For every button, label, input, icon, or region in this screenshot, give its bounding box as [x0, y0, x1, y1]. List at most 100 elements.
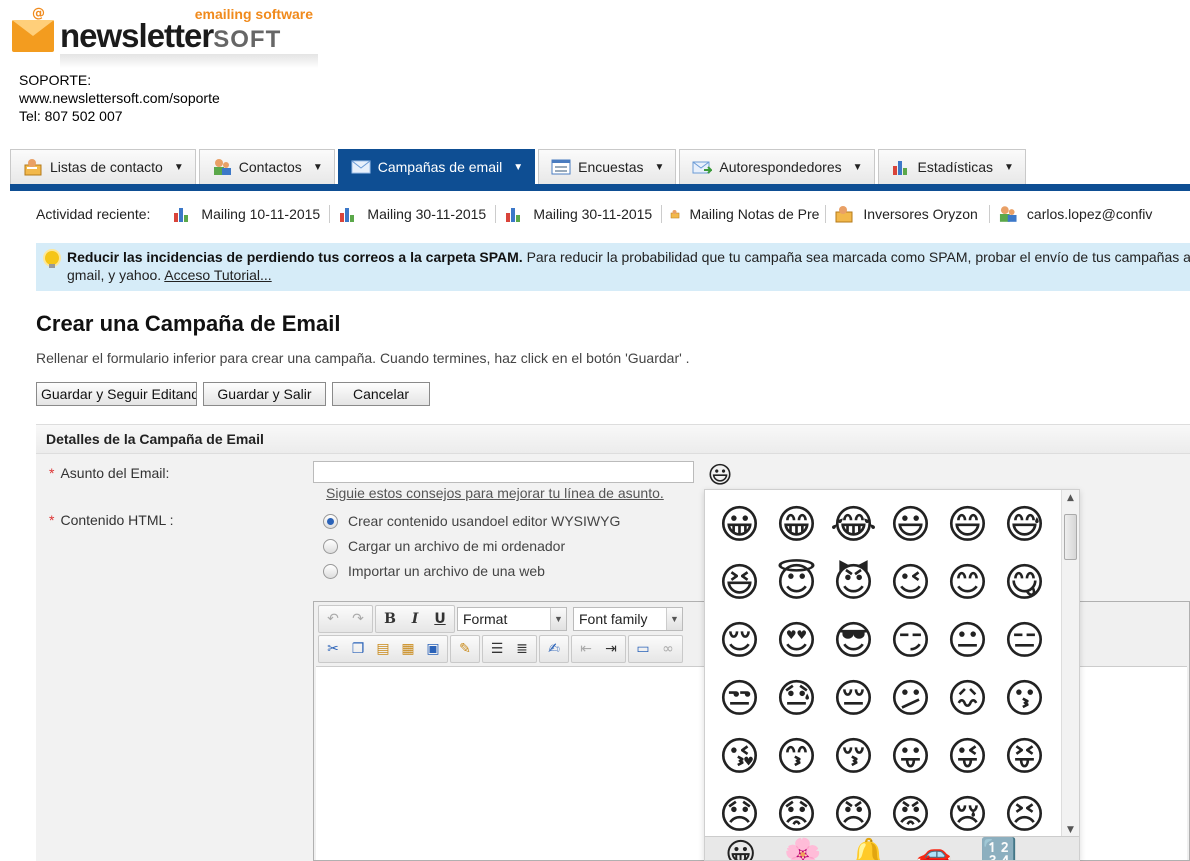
bold-icon[interactable]: B: [378, 608, 402, 630]
link-icon[interactable]: ∞: [656, 638, 680, 660]
tab-label: Contactos: [238, 159, 302, 175]
save-exit-button[interactable]: Guardar y Salir: [203, 382, 326, 406]
subject-tips-link[interactable]: Siguie estos consejos para mejorar tu lí…: [326, 485, 664, 501]
recent-item-label: Mailing 30-11-2015: [533, 206, 653, 222]
cut-icon[interactable]: ✂: [321, 638, 345, 660]
tab-estadisticas[interactable]: Estadísticas ▼: [877, 149, 1026, 184]
emoji-item[interactable]: 😇: [768, 554, 825, 612]
caret-down-icon: ▼: [654, 161, 665, 173]
emoji-item[interactable]: 😜: [939, 728, 996, 786]
emoji-item[interactable]: 😒: [711, 670, 768, 728]
undo-icon[interactable]: ↶: [321, 608, 345, 630]
tab-label: Autorespondedores: [719, 159, 842, 175]
edit-source-icon[interactable]: ✍: [542, 638, 566, 660]
tab-listas-de-contacto[interactable]: Listas de contacto ▼: [10, 149, 196, 184]
editor-toolbar-row-2: ✂ ❐ ▤ ▦ ▣ ✎ ☰ ≣ ✍ ⇤ ⇥ ▭ ∞: [318, 635, 683, 663]
radio-wysiwyg[interactable]: Crear contenido usandoel editor WYSIWYG: [323, 513, 620, 529]
clear-format-icon[interactable]: ✎: [453, 638, 477, 660]
emoji-item[interactable]: 😙: [768, 728, 825, 786]
emoji-category-tab[interactable]: 🔔: [850, 837, 887, 860]
emoji-item[interactable]: 😓: [768, 670, 825, 728]
emoji-grid: 😀 😁 😂 😃 😄 😅 😆 😇 😈 😉 😊 😋 😌 😍 😎 😏 😐 😑 😒 😓 😔 😕 😖 😗 😘 😙 😚 😛 😜 😝 😞 😟 😠 😡 😢 😣: [711, 496, 1055, 844]
numbered-list-icon[interactable]: ≣: [510, 638, 534, 660]
radio-button[interactable]: [323, 513, 338, 529]
emoji-item[interactable]: 😖: [939, 670, 996, 728]
recent-item[interactable]: Mailing Notas de Pre: [670, 205, 827, 223]
emoji-picker-button[interactable]: 😃: [704, 461, 736, 489]
emoji-item[interactable]: 😀: [711, 496, 768, 554]
emoji-item[interactable]: 😝: [996, 728, 1053, 786]
radio-upload-file[interactable]: Cargar un archivo de mi ordenador: [323, 538, 565, 554]
emoji-item[interactable]: 😆: [711, 554, 768, 612]
recent-item[interactable]: Mailing 30-11-2015: [338, 205, 497, 223]
tab-encuestas[interactable]: Encuestas ▼: [538, 149, 677, 184]
format-select[interactable]: Format ▼: [457, 607, 567, 631]
caret-down-icon: ▼: [852, 161, 863, 173]
emoji-item[interactable]: 😈: [825, 554, 882, 612]
scroll-up-icon[interactable]: ▲: [1062, 490, 1079, 506]
radio-button[interactable]: [323, 538, 338, 554]
scroll-thumb[interactable]: [1064, 514, 1077, 560]
emoji-item[interactable]: 😊: [939, 554, 996, 612]
caret-down-icon: ▼: [312, 161, 323, 173]
page-title: Crear una Campaña de Email: [36, 311, 341, 336]
emoji-item[interactable]: 😑: [996, 612, 1053, 670]
emoji-item[interactable]: 😁: [768, 496, 825, 554]
tip-text-2: gmail, y yahoo.: [67, 267, 162, 283]
emoji-category-tab[interactable]: 🌸: [784, 837, 821, 860]
insert-group: ▭ ∞: [628, 635, 683, 663]
paste-word-icon[interactable]: ▣: [421, 638, 445, 660]
emoji-item[interactable]: 😄: [939, 496, 996, 554]
recent-item[interactable]: Mailing 10-11-2015: [172, 205, 331, 223]
emoji-category-tab[interactable]: 🚗: [915, 837, 952, 860]
emoji-item[interactable]: 😗: [996, 670, 1053, 728]
emoji-item[interactable]: 😔: [825, 670, 882, 728]
recent-item[interactable]: carlos.lopez@confiv: [998, 205, 1158, 223]
emoji-item[interactable]: 😍: [768, 612, 825, 670]
emoji-item[interactable]: 😛: [882, 728, 939, 786]
tab-campanas-de-email[interactable]: Campañas de email ▼: [337, 149, 536, 184]
contacts-icon: [213, 159, 231, 175]
contact-list-icon: [24, 159, 42, 176]
recent-item[interactable]: Mailing 30-11-2015: [504, 205, 663, 223]
tutorial-link[interactable]: Acceso Tutorial...: [164, 267, 271, 283]
redo-icon[interactable]: ↷: [346, 608, 370, 630]
save-continue-button[interactable]: Guardar y Seguir Editando: [36, 382, 197, 406]
outdent-icon[interactable]: ⇤: [574, 638, 598, 660]
tab-autorespondedores[interactable]: Autorespondedores ▼: [679, 149, 875, 184]
emoji-item[interactable]: 😚: [825, 728, 882, 786]
recent-item-label: Mailing Notas de Pre: [689, 206, 820, 222]
emoji-item[interactable]: 😋: [996, 554, 1053, 612]
emoji-item[interactable]: 😉: [882, 554, 939, 612]
tab-contactos[interactable]: Contactos ▼: [198, 149, 335, 184]
emoji-category-tab[interactable]: 😀: [725, 837, 756, 860]
underline-icon[interactable]: U: [428, 608, 452, 630]
autoresponder-icon: [692, 161, 713, 174]
cancel-button[interactable]: Cancelar: [332, 382, 430, 406]
paste-text-icon[interactable]: ▦: [396, 638, 420, 660]
recent-item[interactable]: Inversores Oryzon: [834, 205, 991, 223]
subject-input[interactable]: [313, 461, 694, 483]
emoji-item[interactable]: 😌: [711, 612, 768, 670]
bullet-list-icon[interactable]: ☰: [485, 638, 509, 660]
radio-import-web[interactable]: Importar un archivo de una web: [323, 563, 545, 579]
italic-icon[interactable]: I: [403, 608, 427, 630]
emoji-item[interactable]: 😘: [711, 728, 768, 786]
emoji-category-tab[interactable]: 🔢: [980, 837, 1017, 860]
paste-icon[interactable]: ▤: [371, 638, 395, 660]
emoji-item[interactable]: 😃: [882, 496, 939, 554]
emoji-item[interactable]: 😅: [996, 496, 1053, 554]
table-icon[interactable]: ▭: [631, 638, 655, 660]
tab-label: Campañas de email: [377, 159, 503, 175]
indent-icon[interactable]: ⇥: [599, 638, 623, 660]
emoji-scrollbar[interactable]: ▲ ▼: [1061, 490, 1079, 838]
emoji-item[interactable]: 😂: [825, 496, 882, 554]
radio-button[interactable]: [323, 563, 338, 579]
emoji-item[interactable]: 😐: [939, 612, 996, 670]
copy-icon[interactable]: ❐: [346, 638, 370, 660]
support-label: SOPORTE:: [19, 72, 92, 88]
emoji-item[interactable]: 😕: [882, 670, 939, 728]
font-family-select[interactable]: Font family ▼: [573, 607, 683, 631]
emoji-item[interactable]: 😎: [825, 612, 882, 670]
emoji-item[interactable]: 😏: [882, 612, 939, 670]
